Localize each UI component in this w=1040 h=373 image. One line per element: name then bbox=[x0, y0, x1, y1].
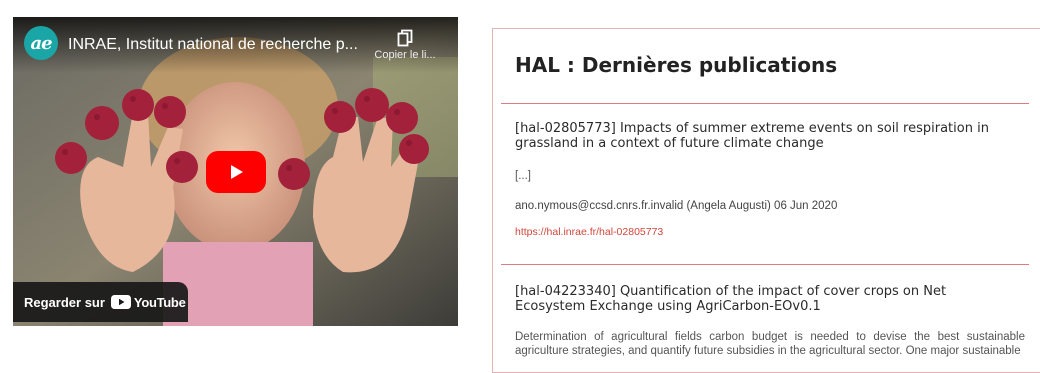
copy-icon bbox=[397, 29, 413, 47]
youtube-logo-text: YouTube bbox=[133, 294, 186, 310]
publication-excerpt: [...] bbox=[515, 170, 531, 182]
hal-publications-panel: HAL : Dernières publications [hal-028057… bbox=[492, 28, 1040, 373]
copy-link-label: Copier le li... bbox=[374, 49, 436, 61]
divider bbox=[501, 264, 1029, 265]
publication-link[interactable]: https://hal.inrae.fr/hal-02805773 bbox=[515, 226, 663, 238]
publication-title[interactable]: [hal-04223340] Quantification of the imp… bbox=[515, 284, 1020, 314]
youtube-logo: YouTube bbox=[110, 294, 186, 310]
panel-heading: HAL : Dernières publications bbox=[515, 53, 838, 77]
watch-on-label: Regarder sur bbox=[24, 294, 105, 310]
youtube-play-icon bbox=[110, 295, 131, 309]
copy-link-button[interactable]: Copier le li... bbox=[365, 29, 445, 61]
play-icon bbox=[231, 165, 243, 179]
video-title[interactable]: INRAE, Institut national de recherche p.… bbox=[68, 36, 373, 54]
publication-author: ano.nymous@ccsd.cnrs.fr.invalid (Angela … bbox=[515, 200, 838, 212]
channel-avatar[interactable]: ae bbox=[24, 26, 58, 60]
watch-on-youtube-button[interactable]: Regarder sur YouTube bbox=[13, 282, 188, 322]
video-embed[interactable]: ae INRAE, Institut national de recherche… bbox=[13, 17, 458, 326]
publication-title[interactable]: [hal-02805773] Impacts of summer extreme… bbox=[515, 121, 1020, 151]
channel-avatar-text: ae bbox=[30, 32, 52, 54]
play-button[interactable] bbox=[206, 151, 266, 193]
divider bbox=[501, 103, 1029, 104]
publication-abstract: Determination of agricultural fields car… bbox=[515, 331, 1025, 357]
